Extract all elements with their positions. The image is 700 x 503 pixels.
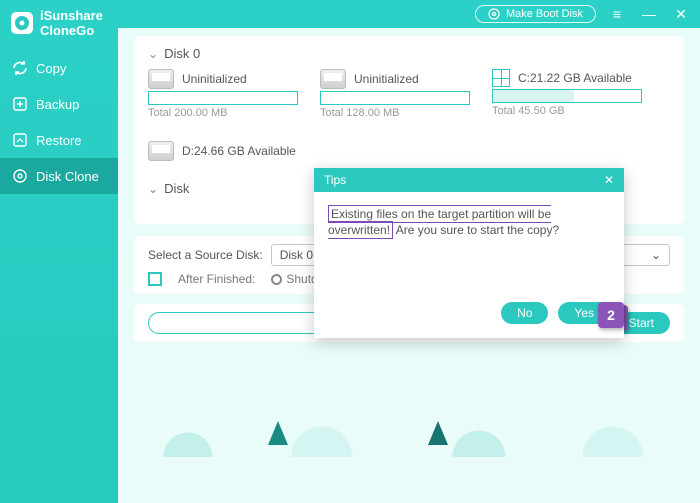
dialog-tail-text: Are you sure to start the copy? xyxy=(393,223,559,237)
titlebar: Make Boot Disk ≡ — ✕ xyxy=(118,0,700,28)
part-label: Uninitialized xyxy=(354,72,419,86)
menu-icon[interactable]: ≡ xyxy=(606,6,628,22)
partition[interactable]: Uninitialized Total 200.00 MB xyxy=(148,69,298,119)
start-label: Start xyxy=(629,316,654,330)
plus-box-icon xyxy=(12,96,28,112)
sidebar-item-disk-clone[interactable]: Disk Clone xyxy=(0,158,118,194)
sidebar: iSunshareCloneGo Copy Backup Restore Dis… xyxy=(0,0,118,503)
close-icon[interactable]: ✕ xyxy=(670,6,692,23)
tips-dialog: Tips ✕ Existing files on the target part… xyxy=(314,168,624,338)
after-finished-checkbox[interactable] xyxy=(148,272,162,286)
dialog-title: Tips xyxy=(324,173,346,187)
brand-line2: CloneGo xyxy=(40,23,103,38)
dialog-body: Existing files on the target partition w… xyxy=(314,192,624,252)
source-value: Disk 0 xyxy=(280,248,313,262)
part-sub: Total 128.00 MB xyxy=(320,107,470,119)
after-finished-label: After Finished: xyxy=(178,272,255,286)
disk-clone-icon xyxy=(12,168,28,184)
part-label: D:24.66 GB Available xyxy=(182,144,296,158)
hdd-icon xyxy=(320,69,346,89)
boot-label: Make Boot Disk xyxy=(506,8,583,20)
brand-line1: iSunshare xyxy=(40,8,103,23)
dialog-close-icon[interactable]: ✕ xyxy=(604,173,614,187)
partition[interactable]: D:24.66 GB Available xyxy=(148,141,298,161)
dialog-no-button[interactable]: No xyxy=(501,302,548,324)
nav-label: Backup xyxy=(36,97,79,112)
logo-icon xyxy=(10,11,34,35)
hdd-icon xyxy=(148,141,174,161)
decoration-scenery xyxy=(118,415,700,457)
sidebar-item-copy[interactable]: Copy xyxy=(0,50,118,86)
part-label: C:21.22 GB Available xyxy=(518,71,632,85)
nav-label: Restore xyxy=(36,133,82,148)
disk-icon xyxy=(488,8,500,20)
nav-label: Disk Clone xyxy=(36,169,99,184)
nav-label: Copy xyxy=(36,61,66,76)
restore-icon xyxy=(12,132,28,148)
part-sub: Total 45.50 GB xyxy=(492,105,642,117)
disk1-title: Disk xyxy=(164,181,189,196)
chevron-down-icon: ⌄ xyxy=(148,182,158,196)
part-label: Uninitialized xyxy=(182,72,247,86)
chevron-down-icon: ⌄ xyxy=(148,47,158,61)
chevron-down-icon: ⌄ xyxy=(651,248,661,262)
disk0-header[interactable]: ⌄ Disk 0 xyxy=(148,46,670,61)
sidebar-item-backup[interactable]: Backup xyxy=(0,86,118,122)
app-logo: iSunshareCloneGo xyxy=(0,4,118,46)
disk0-title: Disk 0 xyxy=(164,46,200,61)
make-boot-disk-button[interactable]: Make Boot Disk xyxy=(475,5,596,23)
annotation-badge-2: 2 xyxy=(598,302,624,328)
source-disk-label: Select a Source Disk: xyxy=(148,248,263,262)
hdd-icon xyxy=(148,69,174,89)
windows-icon xyxy=(492,69,510,87)
refresh-icon xyxy=(12,60,28,76)
minimize-icon[interactable]: — xyxy=(638,6,660,22)
partition[interactable]: C:21.22 GB Available Total 45.50 GB xyxy=(492,69,642,119)
part-sub: Total 200.00 MB xyxy=(148,107,298,119)
sidebar-item-restore[interactable]: Restore xyxy=(0,122,118,158)
partition[interactable]: Uninitialized Total 128.00 MB xyxy=(320,69,470,119)
